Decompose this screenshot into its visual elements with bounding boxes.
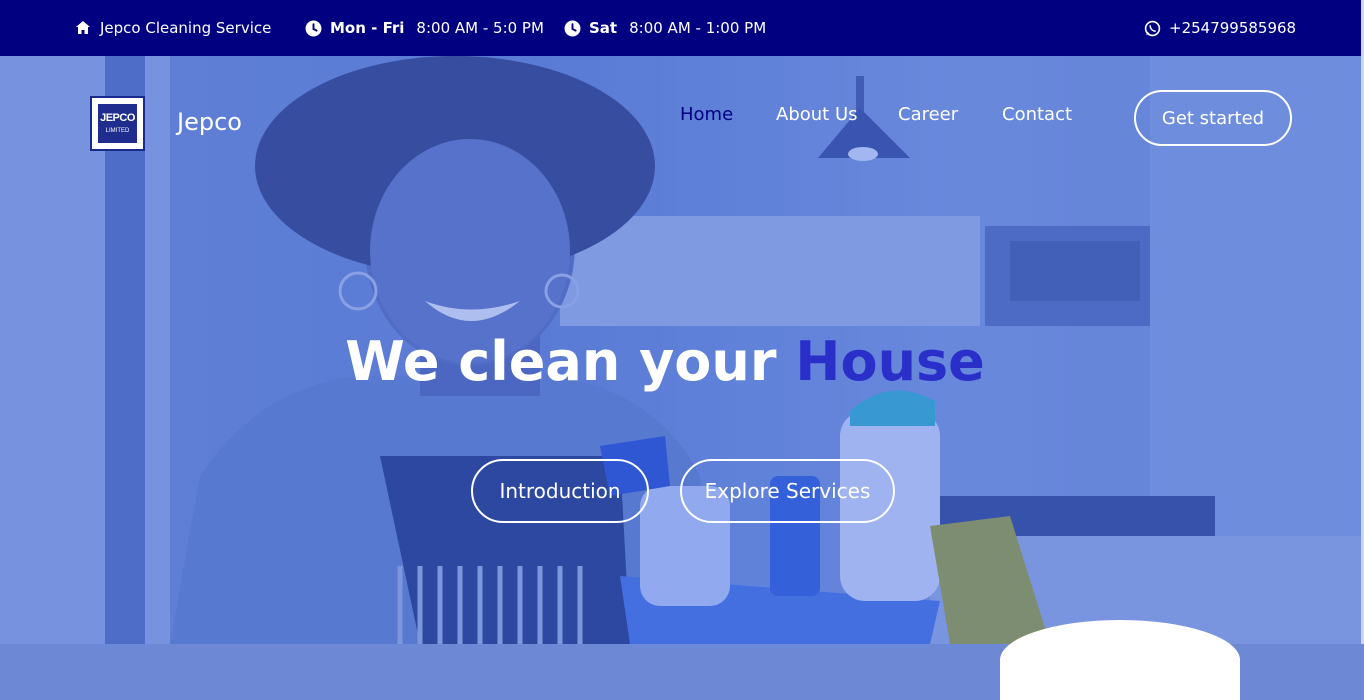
weekday-label: Mon - Fri	[330, 19, 405, 37]
clock-icon	[563, 19, 581, 37]
brand-name[interactable]: Jepco	[177, 108, 242, 136]
saturday-hours: Sat 8:00 AM - 1:00 PM	[563, 0, 766, 56]
weekday-time: 8:00 AM - 5:0 PM	[416, 19, 544, 37]
logo[interactable]: JEPCO LIMITED	[90, 96, 145, 151]
nav-home[interactable]: Home	[680, 104, 733, 125]
nav-career[interactable]: Career	[898, 104, 958, 125]
saturday-label: Sat	[589, 19, 618, 37]
get-started-button[interactable]: Get started	[1134, 90, 1292, 146]
phone-contact[interactable]: +254799585968	[1143, 0, 1296, 56]
hero-headline: We clean your House	[0, 330, 1330, 393]
nav-about-us[interactable]: About Us	[776, 104, 858, 125]
headline-accent: House	[795, 330, 985, 393]
logo-text: JEPCO	[100, 112, 135, 124]
nav-contact[interactable]: Contact	[1002, 104, 1072, 125]
top-info-bar: Jepco Cleaning Service Mon - Fri 8:00 AM…	[0, 0, 1364, 56]
headline-main: We clean your	[345, 330, 777, 393]
company-info: Jepco Cleaning Service	[74, 0, 271, 56]
section-divider-curve	[1000, 620, 1240, 700]
clock-icon	[304, 19, 322, 37]
explore-services-button[interactable]: Explore Services	[680, 459, 895, 523]
saturday-time: 8:00 AM - 1:00 PM	[629, 19, 767, 37]
logo-mark: JEPCO LIMITED	[96, 102, 139, 145]
introduction-button[interactable]: Introduction	[471, 459, 649, 523]
logo-subtext: LIMITED	[105, 128, 130, 134]
home-icon	[74, 19, 92, 37]
company-name: Jepco Cleaning Service	[100, 19, 272, 37]
whatsapp-icon	[1143, 19, 1161, 37]
phone-number[interactable]: +254799585968	[1169, 19, 1296, 37]
weekday-hours: Mon - Fri 8:00 AM - 5:0 PM	[304, 0, 544, 56]
